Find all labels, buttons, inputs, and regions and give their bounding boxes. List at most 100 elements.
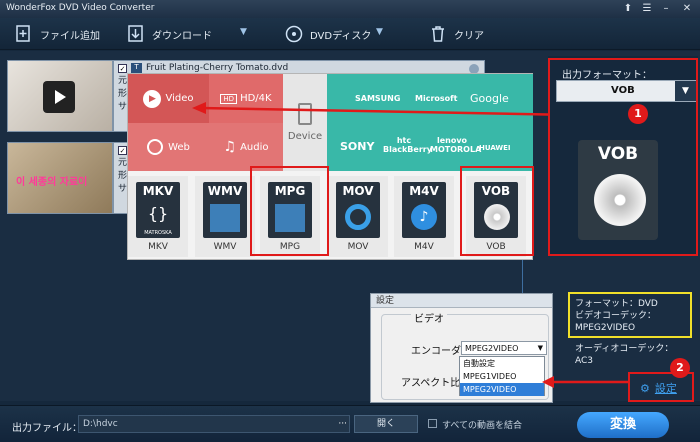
video-thumbnail[interactable]: 이 세종의 자료이 — [7, 142, 113, 214]
merge-label: すべての動画を結合 — [442, 421, 523, 431]
brace-icon: {} — [147, 204, 169, 223]
settings-link[interactable]: ⚙ 設定 — [640, 380, 677, 396]
merge-checkbox[interactable] — [428, 419, 437, 428]
play-icon[interactable] — [43, 81, 75, 113]
tab-web[interactable]: Web — [128, 123, 209, 171]
checkbox[interactable]: ✓ — [118, 145, 127, 155]
bottom-bar: 出力ファイル： D:\hdvc ··· 開く すべての動画を結合 変換 — [0, 405, 700, 442]
highlight-vob — [460, 166, 534, 256]
menu-icon[interactable]: ☰ — [638, 2, 656, 16]
video-section-title: ビデオ — [411, 310, 447, 325]
clear-button[interactable]: クリア — [428, 23, 484, 45]
format-icon-label: M4V — [409, 184, 439, 198]
encoder-option[interactable]: MPEG1VIDEO — [460, 370, 544, 383]
itunes-icon: M4V ♪ — [402, 182, 446, 238]
tab-audio[interactable]: ♫ Audio — [209, 123, 283, 171]
chevron-down-icon[interactable]: ▼ — [240, 27, 247, 37]
film-strip-icon — [210, 204, 240, 232]
quicktime-icon: MOV — [336, 182, 380, 238]
browse-button[interactable]: ··· — [338, 416, 347, 432]
clear-label: クリア — [454, 30, 484, 42]
format-label: MKV — [148, 242, 168, 252]
brand-huawei[interactable]: HUAWEI — [479, 144, 511, 152]
format-icon-label: MKV — [142, 184, 174, 198]
close-button[interactable]: ✕ — [678, 2, 696, 16]
add-file-button[interactable]: ファイル追加 — [14, 23, 100, 45]
device-brand-grid: SAMSUNG Microsoft Google SONY htc BlackB… — [327, 74, 533, 171]
chevron-down-icon[interactable]: ▼ — [538, 342, 543, 355]
film-icon: WMV — [203, 182, 247, 238]
music-note-icon: ♪ — [411, 204, 437, 230]
format-m4v[interactable]: M4V ♪ M4V — [394, 176, 454, 257]
settings-dialog: 設定 ビデオ エンコーダ MPEG2VIDEO ▼ アスペクト比 自動設定 MP… — [370, 293, 553, 403]
convert-button[interactable]: 変換 — [577, 412, 669, 438]
download-icon — [128, 25, 143, 42]
format-info-format: フォーマット：DVD — [575, 299, 658, 309]
format-mkv[interactable]: MKV {} MATROSKA MKV — [128, 176, 188, 257]
disc-icon — [285, 25, 303, 43]
tab-web-label: Web — [168, 141, 190, 153]
video-thumbnail[interactable] — [7, 60, 113, 132]
play-icon: ▶ — [143, 89, 162, 108]
output-path-value: D:\hdvc — [83, 419, 118, 429]
tab-device-label: Device — [287, 131, 323, 142]
audio-info: オーディオコーデック： AC3 — [575, 343, 673, 367]
checkbox[interactable]: ✓ — [118, 63, 127, 73]
output-file-label: 出力ファイル： — [12, 423, 82, 434]
format-wmv[interactable]: WMV WMV — [195, 176, 255, 257]
encoder-select[interactable]: MPEG2VIDEO ▼ — [461, 341, 547, 355]
encoder-option-selected[interactable]: MPEG2VIDEO — [460, 383, 544, 396]
format-label: WMV — [213, 242, 237, 252]
download-button[interactable]: ダウンロード — [126, 23, 212, 45]
app-title: WonderFox DVD Video Converter — [6, 3, 155, 13]
globe-icon — [147, 139, 164, 155]
output-format-panel: 出力フォーマット： VOB ▼ VOB — [548, 56, 698, 256]
tab-audio-label: Audio — [240, 141, 269, 153]
download-label: ダウンロード — [152, 30, 212, 42]
format-info-vcodec-label: ビデオコーデック： — [575, 311, 657, 321]
toolbar: ファイル追加 ダウンロード ▼ DVDディスク ▼ クリア — [0, 18, 700, 50]
encoder-option[interactable]: 自動設定 — [460, 357, 544, 370]
trash-icon — [432, 26, 444, 42]
format-sub: MATROSKA — [144, 230, 172, 236]
format-info-vcodec-value: MPEG2VIDEO — [575, 323, 636, 333]
format-info-acodec-label: オーディオコーデック： — [575, 344, 674, 354]
encoder-value: MPEG2VIDEO — [465, 344, 519, 353]
format-icon: MKV {} MATROSKA — [136, 182, 180, 238]
format-icon-label: WMV — [207, 184, 243, 198]
settings-link-label: 設定 — [654, 382, 677, 395]
brand-htc[interactable]: htc BlackBerry — [383, 136, 432, 154]
upload-icon[interactable]: ⬆ — [619, 2, 637, 16]
format-icon-label: MOV — [342, 184, 374, 198]
gear-icon: ⚙ — [640, 381, 650, 395]
highlight-output-format — [548, 58, 698, 256]
highlight-mpg — [250, 166, 329, 256]
output-path-field[interactable]: D:\hdvc ··· — [78, 415, 350, 433]
annotation-arrow-2 — [542, 376, 630, 388]
headphones-icon: ♫ — [223, 139, 237, 155]
open-button[interactable]: 開く — [354, 415, 418, 433]
title-bar: WonderFox DVD Video Converter ⬆ ☰ – ✕ — [0, 0, 700, 18]
format-label: M4V — [414, 242, 434, 252]
encoder-dropdown[interactable]: 自動設定 MPEG1VIDEO MPEG2VIDEO — [459, 356, 545, 396]
format-label: MOV — [347, 242, 369, 252]
format-mov[interactable]: MOV MOV — [328, 176, 388, 257]
dvd-disc-button[interactable]: DVDディスク — [284, 23, 371, 45]
chevron-down-icon[interactable]: ▼ — [376, 27, 383, 37]
add-file-icon — [16, 25, 30, 42]
dialog-title: 設定 — [371, 294, 552, 308]
item-title: Fruit Plating-Cherry Tomato.dvd — [146, 63, 289, 73]
title-icon: T — [131, 63, 142, 73]
tab-device[interactable]: Device — [283, 74, 327, 171]
add-file-label: ファイル追加 — [40, 30, 100, 42]
thumbnail-caption: 이 세종의 자료이 — [16, 177, 88, 188]
brand-lenovo[interactable]: lenovo MOTOROLA — [430, 136, 481, 154]
format-info-acodec-value: AC3 — [575, 356, 594, 366]
encoder-label: エンコーダ — [411, 346, 461, 357]
format-info: フォーマット：DVD ビデオコーデック： MPEG2VIDEO — [575, 298, 658, 334]
q-icon — [345, 204, 371, 230]
step-badge-1: 1 — [628, 104, 648, 124]
brand-sony[interactable]: SONY — [340, 140, 374, 153]
minimize-button[interactable]: – — [657, 2, 675, 16]
aspect-label: アスペクト比 — [401, 378, 461, 389]
